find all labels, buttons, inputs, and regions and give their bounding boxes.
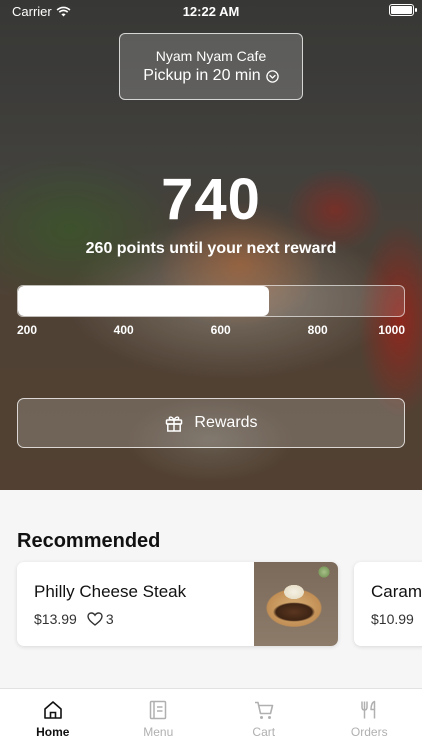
recommended-item-card[interactable]: Caram $10.99	[354, 562, 422, 646]
heart-icon	[87, 612, 103, 626]
tab-menu[interactable]: Menu	[106, 689, 212, 750]
recommended-item-card[interactable]: Philly Cheese Steak $13.99 3	[17, 562, 338, 646]
item-price: $10.99	[371, 611, 414, 627]
progress-scale-label: 200	[17, 323, 38, 337]
gift-icon	[166, 416, 183, 432]
store-name: Nyam Nyam Cafe	[155, 48, 267, 64]
tab-label: Orders	[350, 725, 388, 739]
rewards-button-label: Rewards	[194, 414, 258, 431]
progress-scale: 200 400 600 800 1000	[17, 323, 405, 339]
item-name: Philly Cheese Steak	[34, 582, 187, 601]
likes-count: 3	[105, 611, 114, 627]
progress-scale-label: 1000	[378, 323, 405, 337]
tab-orders[interactable]: Orders	[317, 689, 422, 750]
tab-bar: Home Menu Cart Orders	[0, 688, 422, 750]
item-photo	[254, 562, 338, 646]
tab-label: Menu	[143, 725, 174, 739]
progress-scale-label: 800	[307, 323, 328, 337]
points-total: 740	[161, 167, 261, 232]
rewards-button[interactable]: Rewards	[17, 398, 405, 448]
pickup-selector[interactable]: Nyam Nyam Cafe Pickup in 20 min	[119, 33, 303, 100]
tab-label: Home	[36, 725, 70, 739]
status-bar: Carrier 12:22 AM	[0, 0, 422, 22]
home-screen: Carrier 12:22 AM Nyam Nyam Cafe Pickup i…	[0, 0, 422, 750]
item-likes: 3	[87, 611, 114, 627]
progress-scale-label: 600	[210, 323, 231, 337]
chevron-down-circle-icon	[265, 69, 279, 83]
tab-cart[interactable]: Cart	[211, 689, 317, 750]
cart-icon	[254, 701, 274, 719]
points-progress-fill	[18, 286, 269, 316]
points-until-reward: 260 points until your next reward	[85, 240, 337, 257]
points-progress-bar	[17, 285, 405, 317]
item-price: $13.99	[34, 611, 77, 627]
battery-icon	[389, 4, 417, 16]
tab-label: Cart	[252, 725, 276, 739]
recommended-section: Recommended Philly Cheese Steak $13.99 3…	[0, 490, 422, 688]
menu-icon	[150, 700, 167, 720]
progress-scale-label: 400	[113, 323, 134, 337]
recommended-title: Recommended	[17, 530, 161, 552]
home-icon	[43, 701, 62, 719]
hero-background: Carrier 12:22 AM Nyam Nyam Cafe Pickup i…	[0, 0, 422, 490]
orders-icon	[361, 700, 376, 719]
item-name: Caram	[371, 582, 422, 601]
status-time: 12:22 AM	[182, 4, 240, 19]
tab-home[interactable]: Home	[0, 689, 106, 750]
pickup-time: Pickup in 20 min	[143, 67, 261, 84]
